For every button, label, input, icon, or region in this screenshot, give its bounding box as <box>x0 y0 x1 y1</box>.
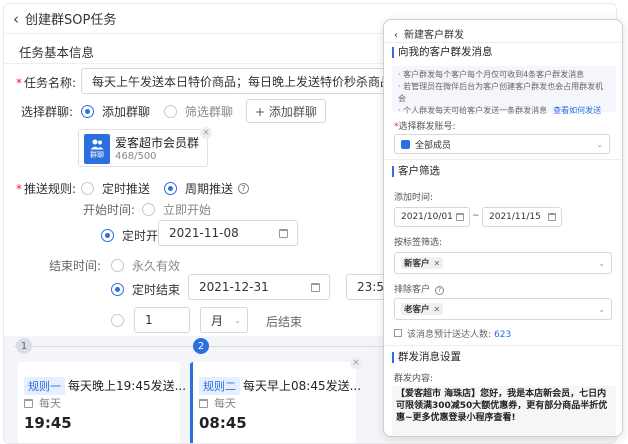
divider <box>4 63 384 64</box>
notice-line: · 个人群发每天可给客户发送一条群发消息 查看如何发送 <box>398 106 602 115</box>
remove-tag-icon[interactable]: ✕ <box>434 305 441 314</box>
radio-dot <box>142 203 155 216</box>
calendar-icon <box>279 228 288 238</box>
divider <box>384 345 622 346</box>
page-title: 创建群SOP任务 <box>25 13 117 28</box>
date-from-input[interactable]: 2021/10/01 <box>394 207 470 227</box>
radio-dot <box>111 283 124 296</box>
back-icon[interactable]: ‹ <box>394 30 398 41</box>
content-label: 群发内容: <box>394 374 434 384</box>
help-icon[interactable]: ? <box>238 183 250 194</box>
radio-start-now[interactable]: 立即开始 <box>142 201 211 218</box>
radio-dot <box>111 259 124 272</box>
calendar-icon <box>456 213 464 221</box>
radio-filter-group[interactable]: 筛选群聊 <box>164 103 233 120</box>
page: ‹ 创建群SOP任务 任务基本信息 * 任务名称: 每天上午发送本日特价商品；每日… <box>0 0 628 444</box>
radio-end-timed[interactable]: 定时结束 <box>111 281 180 298</box>
group-card: 群聊 爱客超市会员群 468/500 × <box>78 127 212 167</box>
radio-dot <box>101 229 114 242</box>
group-select-label: 选择群聊: <box>21 105 74 119</box>
section-send: 向我的客户群发消息 <box>392 47 493 58</box>
rule-time: 19:45 <box>24 414 72 432</box>
exclude-select[interactable]: 老客户 ✕ ⌄ <box>394 298 612 320</box>
radio-dot <box>164 182 177 195</box>
radio-end-after[interactable] <box>111 314 132 327</box>
start-date-input[interactable]: 2021-11-08 <box>158 220 298 246</box>
rule-step-1[interactable]: 1 <box>16 338 32 354</box>
tag-chip: 老客户 ✕ <box>401 303 444 315</box>
rule-step-2[interactable]: 2 <box>193 338 209 354</box>
calendar-icon <box>199 398 208 408</box>
group-member-count: 468/500 <box>115 151 157 162</box>
new-broadcast-dialog: ‹ 新建客户群发 向我的客户群发消息 · 客户群发每个客户每个月仅可收到4条客户群… <box>383 19 623 437</box>
rule-frequency: 每天 <box>24 395 61 411</box>
notice-line: · 若管理员在微伴后台为客户创建客户群发也会占用群发机会 <box>398 82 604 103</box>
divider <box>384 159 622 160</box>
add-time-label: 添加时间: <box>394 193 434 203</box>
start-time-label: 开始时间: <box>83 203 136 217</box>
repeat-count-input[interactable]: 1 <box>134 307 190 333</box>
date-separator: ~ <box>472 211 480 221</box>
end-date-input[interactable]: 2021-12-31 <box>188 274 330 300</box>
dialog-header: ‹ 新建客户群发 <box>394 30 464 41</box>
date-to-input[interactable]: 2021/11/15 <box>482 207 562 227</box>
repeat-unit-select[interactable]: 月 ⌄ <box>200 307 248 333</box>
radio-end-forever[interactable]: 永久有效 <box>111 257 180 274</box>
remove-rule-icon[interactable]: × <box>350 357 362 369</box>
rule-card-2[interactable]: 规则二 每天早上08:45发送... 每天 08:45 × <box>190 357 362 443</box>
help-icon[interactable]: ? <box>435 286 445 295</box>
group-name: 爱客超市会员群 <box>115 136 200 150</box>
how-to-send-link[interactable]: 查看如何发送 <box>553 106 601 115</box>
chevron-down-icon: ⌄ <box>598 304 605 314</box>
tag-chip: 新客户 ✕ <box>401 257 444 269</box>
radio-dot <box>81 182 94 195</box>
end-time-label: 结束时间: <box>49 259 102 273</box>
notice-line: · 客户群发每个客户每个月仅可收到4条客户群发消息 <box>398 70 585 79</box>
repeat-suffix: 后结束 <box>266 315 303 329</box>
message-content[interactable]: 【爱客超市 海珠店】您好，我是本店新会员，七日内可限领满300减50大额优惠券，… <box>392 386 616 436</box>
calendar-icon <box>311 282 320 292</box>
info-icon <box>394 329 402 337</box>
push-rule-label: * 推送规则: <box>16 182 77 196</box>
radio-dot <box>81 105 94 118</box>
exclude-label: 排除客户? <box>394 282 445 295</box>
account-select[interactable]: 全部成员 ⌄ <box>394 134 610 154</box>
add-group-button[interactable]: + 添加群聊 <box>246 99 326 123</box>
account-label: *选择群发账号: <box>394 122 456 132</box>
radio-add-group[interactable]: 添加群聊 <box>81 103 150 120</box>
radio-dot <box>111 314 124 327</box>
remove-tag-icon[interactable]: ✕ <box>434 259 441 268</box>
rule-card-1[interactable]: 规则一 每天晚上19:45发送... 每天 19:45 <box>18 362 186 443</box>
section-title: 任务基本信息 <box>19 45 95 60</box>
notice-box: · 客户群发每个客户每个月仅可收到4条客户群发消息 · 若管理员在微伴后台为客户… <box>392 66 616 115</box>
task-name-input[interactable]: 每天上午发送本日特价商品；每日晚上发送特价秒杀商品 <box>81 68 391 94</box>
chevron-down-icon: ⌄ <box>596 139 603 149</box>
member-icon <box>401 139 410 149</box>
chevron-down-icon: ⌄ <box>598 258 605 268</box>
group-chat-icon: 群聊 <box>84 134 110 164</box>
calendar-icon <box>548 213 556 221</box>
chevron-down-icon: ⌄ <box>234 315 241 325</box>
rule-tag: 规则一 <box>24 377 65 395</box>
calendar-icon <box>24 398 33 408</box>
section-filter: 客户筛选 <box>392 166 440 177</box>
radio-dot <box>164 105 177 118</box>
rule-time: 08:45 <box>199 414 247 432</box>
radio-periodic-push[interactable]: 周期推送? <box>164 180 250 197</box>
tag-filter-label: 按标签筛选: <box>394 238 443 248</box>
remove-group-icon[interactable]: × <box>200 127 212 139</box>
rule-title: 每天晚上19:45发送... <box>68 379 187 393</box>
section-message: 群发消息设置 <box>392 352 461 363</box>
radio-timed-push[interactable]: 定时推送 <box>81 180 150 197</box>
rule-title: 每天早上08:45发送... <box>243 379 362 393</box>
back-icon[interactable]: ‹ <box>13 10 19 28</box>
rule-frequency: 每天 <box>199 395 236 411</box>
expected-reach: 该消息预计送达人数: 623 <box>394 327 511 340</box>
divider <box>384 42 622 43</box>
tag-filter-select[interactable]: 新客户 ✕ ⌄ <box>394 252 612 274</box>
task-name-label: * 任务名称: <box>16 76 77 90</box>
rule-tag: 规则二 <box>199 377 240 395</box>
